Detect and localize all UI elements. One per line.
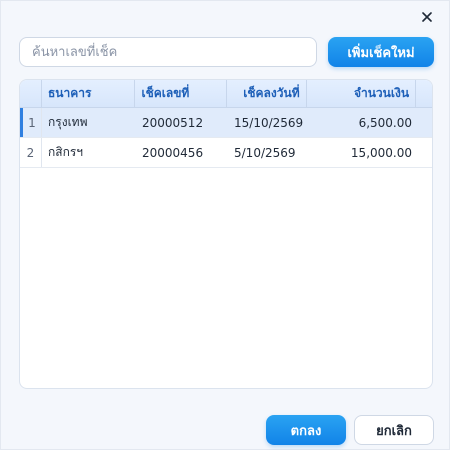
cancel-button[interactable]: ยกเลิก	[354, 415, 434, 445]
cell-cheque-no: 20000456	[142, 145, 204, 160]
cheque-dialog: เพิ่มเช็คใหม่ ธนาคาร เช็คเลขที่ เช็คลงวั…	[0, 0, 450, 450]
ok-button[interactable]: ตกลง	[266, 415, 346, 445]
column-header-cheque-no[interactable]: เช็คเลขที่	[135, 80, 227, 107]
close-icon	[422, 12, 432, 22]
cell-amount: 6,500.00	[358, 115, 412, 130]
cell-bank: กรุงเทพ	[48, 115, 88, 129]
table-header: ธนาคาร เช็คเลขที่ เช็คลงวันที่ จำนวนเงิน	[20, 80, 432, 108]
column-header-date[interactable]: เช็คลงวันที่	[227, 80, 307, 107]
cell-bank: กสิกรฯ	[48, 145, 84, 159]
cheque-search-input[interactable]	[19, 37, 317, 67]
column-header-amount[interactable]: จำนวนเงิน	[307, 80, 417, 107]
table-row[interactable]: 2 กสิกรฯ 20000456 5/10/2569 15,000.00	[20, 138, 432, 168]
cheque-table: ธนาคาร เช็คเลขที่ เช็คลงวันที่ จำนวนเงิน…	[19, 79, 433, 389]
cell-date: 15/10/2569	[234, 115, 304, 130]
add-cheque-button[interactable]: เพิ่มเช็คใหม่	[328, 37, 434, 67]
row-index: 1	[20, 108, 42, 137]
column-header-index	[20, 80, 42, 107]
cell-date: 5/10/2569	[234, 145, 296, 160]
column-header-bank[interactable]: ธนาคาร	[42, 80, 136, 107]
row-index: 2	[20, 138, 42, 167]
close-button[interactable]	[417, 7, 437, 27]
column-header-filler	[416, 80, 432, 107]
cell-cheque-no: 20000512	[142, 115, 204, 130]
table-row[interactable]: 1 กรุงเทพ 20000512 15/10/2569 6,500.00	[20, 108, 432, 138]
cell-amount: 15,000.00	[350, 145, 412, 160]
